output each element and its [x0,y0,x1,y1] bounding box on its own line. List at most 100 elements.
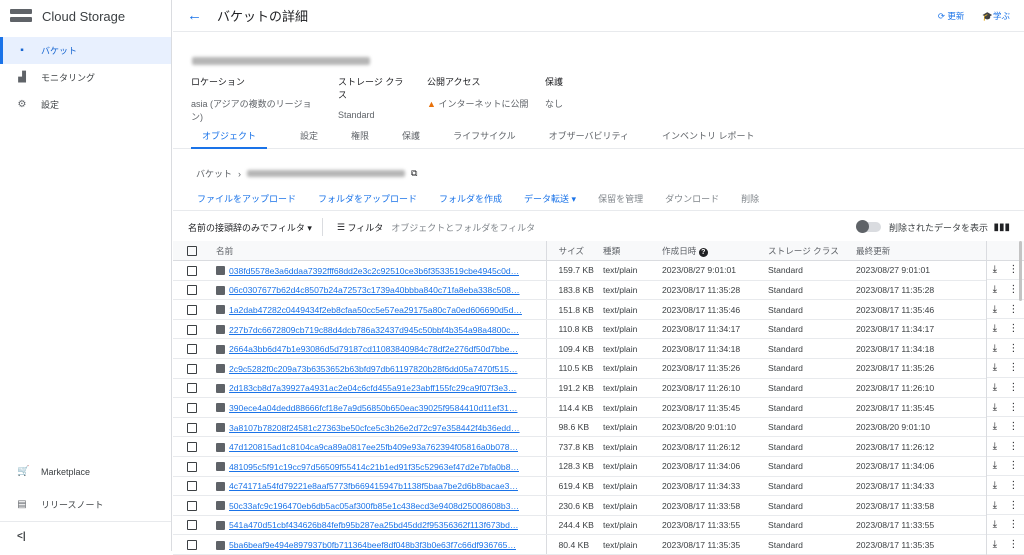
row-checkbox[interactable] [187,422,197,433]
row-checkbox[interactable] [187,304,197,315]
download-icon[interactable]: ⤓ [993,539,997,550]
download-icon[interactable]: ⤓ [993,382,997,393]
row-checkbox[interactable] [187,363,197,374]
column-created[interactable]: 作成日時 ? [662,241,768,262]
download-icon[interactable]: ⤓ [993,500,997,511]
row-checkbox[interactable] [187,383,197,394]
sidebar-item-marketplace[interactable]: 🛒 Marketplace [0,455,171,488]
object-name-link[interactable]: 06c0307677b62d4c8507b24a72573c1739a40bbb… [229,285,520,295]
back-arrow-icon[interactable]: ← [187,7,217,24]
download-icon[interactable]: ⤓ [993,460,997,471]
tab-inventory-reports[interactable]: インベントリ レポート [662,124,755,149]
object-name-link[interactable]: 47d120815ad1c8104ca9ca89a0817ee25fb409e9… [229,442,518,452]
row-checkbox[interactable] [187,285,197,296]
column-updated[interactable]: 最終更新 [856,241,960,262]
manage-holds-button[interactable]: 保留を管理 [598,192,643,205]
tab-protection[interactable]: 保護 [402,124,420,149]
row-checkbox[interactable] [187,442,197,453]
table-row[interactable]: 390ece4a04dedd88666fcf18e7a9d56850b650ea… [173,397,1024,418]
more-options-icon[interactable]: ⋮ [1008,460,1018,471]
table-row[interactable]: 541a470d51cbf434626b84fefb95b287ea25bd45… [173,515,1024,536]
more-options-icon[interactable]: ⋮ [1008,362,1018,373]
column-name[interactable]: 名前 [216,241,547,262]
object-name-link[interactable]: 2d183cb8d7a39927a4931ac2e04c6cfd455a91e2… [229,383,517,393]
sidebar-item-release-notes[interactable]: ▤ リリースノート [0,488,171,521]
column-storage-class[interactable]: ストレージ クラス [768,241,856,262]
table-row[interactable]: 4c74171a54fd79221e8aaf5773fb669415947b11… [173,476,1024,497]
object-name-link[interactable]: 4c74171a54fd79221e8aaf5773fb669415947b11… [229,481,518,491]
row-checkbox[interactable] [187,540,197,551]
object-name-link[interactable]: 038fd5578e3a6ddaa7392fff68dd2e3c2c92510c… [229,266,519,276]
column-size[interactable]: サイズ [546,241,603,262]
tab-observability[interactable]: オブザーバビリティ [549,124,629,149]
object-name-link[interactable]: 2c9c5282f0c209a73b6353652b63bfd97db61197… [229,364,518,374]
table-row[interactable]: 038fd5578e3a6ddaa7392fff68dd2e3c2c92510c… [173,260,1024,281]
tab-permissions[interactable]: 権限 [351,124,369,149]
row-checkbox[interactable] [187,481,197,492]
object-name-link[interactable]: 5ba6beaf9e494e897937b0fb711364beef8df048… [229,540,516,550]
breadcrumb-root[interactable]: バケット [196,167,232,180]
sidebar-item-buckets[interactable]: ▪ バケット [0,37,171,64]
more-options-icon[interactable]: ⋮ [1008,480,1018,491]
column-type[interactable]: 種類 [603,241,662,262]
download-icon[interactable]: ⤓ [993,264,997,275]
row-checkbox[interactable] [187,265,197,276]
object-name-link[interactable]: 3a8107b78208f24581c27363be50cfce5c3b26e2… [229,423,520,433]
row-checkbox[interactable] [187,520,197,531]
download-icon[interactable]: ⤓ [993,304,997,315]
object-name-link[interactable]: 2664a3bb6d47b1e93086d5d79187cd1108384098… [229,344,518,354]
table-row[interactable]: 3a8107b78208f24581c27363be50cfce5c3b26e2… [173,417,1024,438]
collapse-sidebar-button[interactable]: <| [0,521,171,551]
tab-settings[interactable]: 設定 [300,124,318,149]
learn-button[interactable]: 🎓学ぶ [982,10,1010,22]
more-options-icon[interactable]: ⋮ [1008,304,1018,315]
more-options-icon[interactable]: ⋮ [1008,539,1018,550]
row-checkbox[interactable] [187,500,197,511]
object-name-link[interactable]: 481095c5f91c19cc97d56509f55414c21b1ed91f… [229,462,519,472]
download-icon[interactable]: ⤓ [993,480,997,491]
refresh-button[interactable]: ⟳ 更新 [938,10,965,22]
more-options-icon[interactable]: ⋮ [1008,343,1018,354]
row-checkbox[interactable] [187,324,197,335]
object-name-link[interactable]: 1a2dab47282c0449434f2eb8cfaa50cc5e57ea29… [229,305,522,315]
download-icon[interactable]: ⤓ [993,519,997,530]
object-name-link[interactable]: 390ece4a04dedd88666fcf18e7a9d56850b650ea… [229,403,518,413]
object-name-link[interactable]: 227b7dc6672809cb719c88d4dcb786a32437d945… [229,325,519,335]
upload-files-button[interactable]: ファイルをアップロード [197,192,296,205]
select-all-checkbox[interactable] [187,245,197,256]
more-options-icon[interactable]: ⋮ [1008,264,1018,275]
more-options-icon[interactable]: ⋮ [1008,402,1018,413]
tab-objects[interactable]: オブジェクト [191,124,268,149]
row-checkbox[interactable] [187,461,197,472]
sidebar-item-monitoring[interactable]: ▟ モニタリング [0,64,171,91]
object-name-link[interactable]: 50c33afc9c196470eb6db5ac05af300fb85e1c43… [229,501,519,511]
transfer-data-button[interactable]: データ転送 ▾ [524,192,576,205]
download-button[interactable]: ダウンロード [665,192,719,205]
table-row[interactable]: 227b7dc6672809cb719c88d4dcb786a32437d945… [173,319,1024,340]
create-folder-button[interactable]: フォルダを作成 [439,192,502,205]
filter-input[interactable]: オブジェクトとフォルダをフィルタ [391,221,535,234]
table-row[interactable]: 1a2dab47282c0449434f2eb8cfaa50cc5e57ea29… [173,299,1024,320]
more-options-icon[interactable]: ⋮ [1008,519,1018,530]
download-icon[interactable]: ⤓ [993,421,997,432]
row-checkbox[interactable] [187,402,197,413]
object-name-link[interactable]: 541a470d51cbf434626b84fefb95b287ea25bd45… [229,520,518,530]
more-options-icon[interactable]: ⋮ [1008,284,1018,295]
more-options-icon[interactable]: ⋮ [1008,382,1018,393]
more-options-icon[interactable]: ⋮ [1008,441,1018,452]
table-row[interactable]: 47d120815ad1c8104ca9ca89a0817ee25fb409e9… [173,436,1024,458]
table-row[interactable]: 50c33afc9c196470eb6db5ac05af300fb85e1c43… [173,495,1024,516]
tab-lifecycle[interactable]: ライフサイクル [453,124,516,149]
show-deleted-toggle[interactable] [855,220,881,233]
upload-folder-button[interactable]: フォルダをアップロード [318,192,417,205]
column-display-icon[interactable]: ▮▮▮ [993,222,1010,233]
scrollbar[interactable] [1019,241,1022,301]
download-icon[interactable]: ⤓ [993,441,997,452]
table-row[interactable]: 2d183cb8d7a39927a4931ac2e04c6cfd455a91e2… [173,378,1024,399]
more-options-icon[interactable]: ⋮ [1008,323,1018,334]
copy-icon[interactable]: ⧉ [411,168,417,179]
delete-button[interactable]: 削除 [741,192,759,205]
download-icon[interactable]: ⤓ [993,323,997,334]
table-row[interactable]: 2664a3bb6d47b1e93086d5d79187cd1108384098… [173,338,1024,360]
sidebar-item-settings[interactable]: ⚙ 設定 [0,91,171,118]
